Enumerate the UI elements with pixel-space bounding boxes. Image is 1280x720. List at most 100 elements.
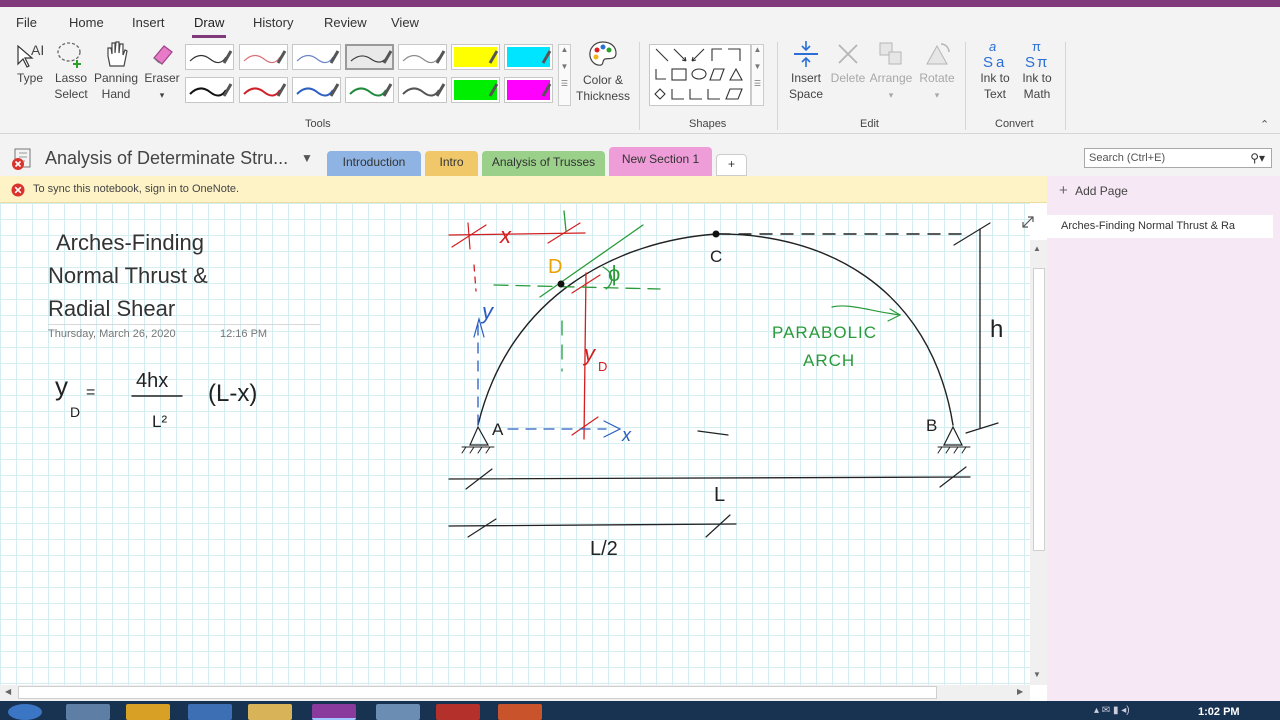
rotate-dropdown-icon[interactable]: ▾	[935, 90, 940, 100]
tab-new-section-1[interactable]: New Section 1	[609, 147, 712, 176]
pen-stroke-icon	[402, 50, 446, 64]
pen-gallery-scroll[interactable]: ▲ ▼ ☰	[558, 44, 571, 106]
scroll-right-icon[interactable]: ▶	[1017, 687, 1023, 696]
scroll-down-icon[interactable]: ▼	[1033, 670, 1041, 679]
chevron-up-icon[interactable]: ▲	[752, 45, 763, 54]
pen-9[interactable]	[345, 77, 394, 103]
onenote-icon[interactable]	[312, 704, 356, 720]
rotate-button[interactable]: Rotate ▾	[915, 38, 959, 103]
pen-5[interactable]	[398, 44, 447, 70]
start-icon[interactable]	[8, 704, 42, 720]
ink-label-b: B	[926, 416, 937, 435]
type-tool-button[interactable]: AI Type	[12, 38, 48, 86]
arrange-dropdown-icon[interactable]: ▾	[889, 90, 894, 100]
ink-half-span-line	[448, 523, 737, 527]
collapse-ribbon-icon[interactable]: ⌃	[1260, 118, 1269, 131]
highlighter-cyan[interactable]	[504, 44, 553, 70]
ink-label-y: y	[480, 299, 495, 324]
pen-8[interactable]	[292, 77, 341, 103]
panning-label-2: Hand	[101, 87, 131, 101]
add-section-button[interactable]: +	[716, 154, 747, 176]
ink-label-phi: ϕ	[608, 261, 620, 286]
arrange-icon	[879, 42, 902, 65]
notebook-title[interactable]: Analysis of Determinate Stru...	[45, 148, 288, 169]
shapes-gallery-scroll[interactable]: ▲ ▼ ☰	[751, 44, 764, 106]
pen-10[interactable]	[398, 77, 447, 103]
word-icon[interactable]	[188, 704, 232, 720]
rotate-label: Rotate	[919, 71, 955, 85]
explorer-icon[interactable]	[248, 704, 292, 720]
title-strip	[0, 0, 1280, 7]
delete-button[interactable]: Delete	[829, 38, 867, 86]
menu-home[interactable]: Home	[69, 15, 104, 30]
color-thickness-button[interactable]: Color & Thickness	[576, 38, 630, 104]
sync-notification-bar[interactable]: To sync this notebook, sign in to OneNot…	[0, 176, 1047, 203]
scroll-left-icon[interactable]: ◀	[5, 687, 11, 696]
notebook-dropdown-icon[interactable]: ▼	[301, 151, 313, 165]
arrange-button[interactable]: Arrange ▾	[869, 38, 913, 103]
highlighter-icon	[507, 80, 552, 100]
tab-analysis-of-trusses[interactable]: Analysis of Trusses	[482, 151, 605, 176]
highlighter-green[interactable]	[451, 77, 500, 103]
menu-insert[interactable]: Insert	[132, 15, 165, 30]
pdf-icon[interactable]	[436, 704, 480, 720]
horizontal-scroll-thumb[interactable]	[18, 686, 937, 699]
powerpoint-icon[interactable]	[498, 704, 542, 720]
scroll-up-icon[interactable]: ▲	[1033, 244, 1041, 253]
taskbar-clock[interactable]: 1:02 PM	[1198, 706, 1240, 718]
highlighter-magenta[interactable]	[504, 77, 553, 103]
pen-3[interactable]	[292, 44, 341, 70]
color-label-2: Thickness	[576, 89, 631, 103]
svg-text:π: π	[1032, 39, 1041, 54]
pen-stroke-icon	[349, 83, 393, 97]
page-list-item[interactable]: Arches-Finding Normal Thrust & Ra	[1047, 215, 1273, 238]
add-page-button[interactable]: + Add Page	[1059, 182, 1128, 199]
menu-history[interactable]: History	[253, 15, 293, 30]
chrome-icon[interactable]	[126, 704, 170, 720]
chevron-down-icon[interactable]: ▼	[559, 62, 570, 71]
pen-6[interactable]	[185, 77, 234, 103]
pen-2[interactable]	[239, 44, 288, 70]
menu-file[interactable]: File	[16, 15, 37, 30]
ribbon-divider	[965, 42, 966, 130]
svg-text:a: a	[989, 39, 996, 54]
lasso-select-button[interactable]: Lasso Select	[52, 38, 90, 102]
lasso-label-1: Lasso	[54, 71, 88, 85]
vertical-scroll-thumb[interactable]	[1033, 268, 1045, 551]
search-input[interactable]: Search (Ctrl+E) ⚲▾	[1084, 148, 1272, 168]
notebook-error-icon[interactable]	[10, 147, 38, 171]
group-label-edit: Edit	[860, 118, 879, 130]
pen-4-selected[interactable]	[345, 44, 394, 70]
insert-space-button[interactable]: Insert Space	[784, 38, 828, 102]
ink-label-x: x	[499, 223, 512, 248]
taskbar-app-icon[interactable]	[376, 704, 420, 720]
pen-1[interactable]	[185, 44, 234, 70]
pen-7[interactable]	[239, 77, 288, 103]
menu-draw[interactable]: Draw	[191, 15, 227, 38]
tab-intro[interactable]: Intro	[425, 151, 478, 176]
eraser-dropdown-icon[interactable]: ▾	[160, 90, 165, 100]
panning-hand-button[interactable]: Panning Hand	[93, 38, 139, 102]
ink-to-text-button[interactable]: aSa Ink to Text	[974, 38, 1016, 102]
menu-view[interactable]: View	[391, 15, 419, 30]
taskbar-app-icon[interactable]	[66, 704, 110, 720]
search-icon[interactable]: ⚲▾	[1250, 149, 1265, 167]
notebook-tab-bar: Analysis of Determinate Stru... ▼ Introd…	[0, 134, 1280, 176]
tab-introduction[interactable]: Introduction	[327, 151, 421, 176]
highlighter-yellow[interactable]	[451, 44, 500, 70]
search-placeholder: Search (Ctrl+E)	[1089, 152, 1166, 164]
ink-to-math-button[interactable]: πSπ Ink to Math	[1016, 38, 1058, 102]
chevron-down-icon[interactable]: ▼	[752, 62, 763, 71]
eraser-button[interactable]: Eraser ▾	[143, 38, 181, 103]
ink-drawing[interactable]: y D = 4hx L² (L-x) x D ϕ y y D C h A B x…	[0, 203, 1030, 685]
sync-message[interactable]: To sync this notebook, sign in to OneNot…	[33, 183, 239, 195]
shapes-gallery[interactable]	[649, 44, 751, 106]
gallery-more-icon[interactable]: ☰	[559, 79, 570, 88]
ribbon-divider	[639, 42, 640, 130]
ink-eq-lhs: y	[55, 371, 68, 401]
chevron-up-icon[interactable]: ▲	[559, 45, 570, 54]
tab-label: Analysis of Trusses	[491, 155, 596, 169]
menu-review[interactable]: Review	[324, 15, 367, 30]
gallery-more-icon[interactable]: ☰	[752, 79, 763, 88]
tray-icons[interactable]: ▴ ✉ ▮ ◂)	[1094, 705, 1130, 716]
